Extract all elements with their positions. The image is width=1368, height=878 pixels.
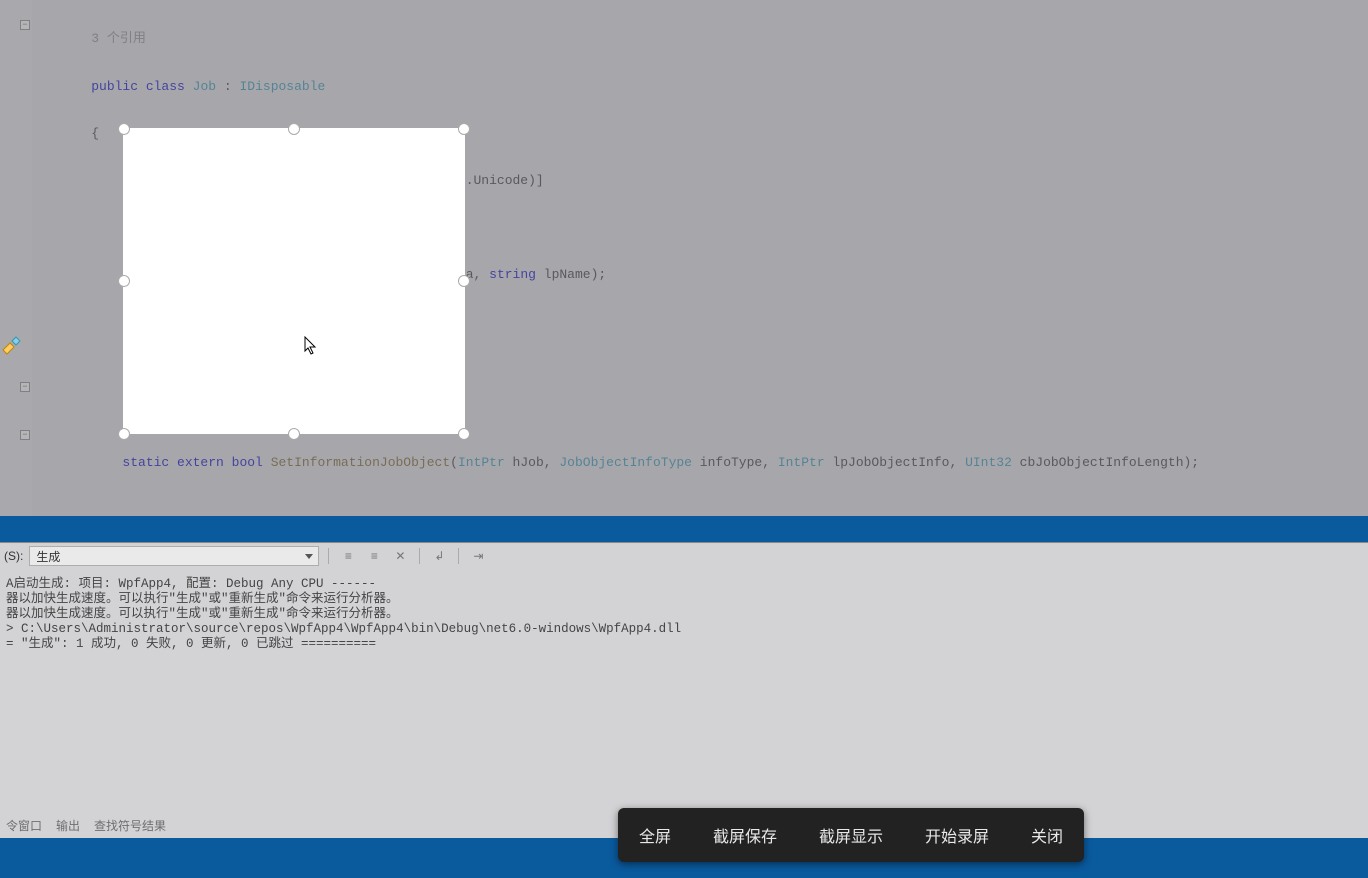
type: CharSet	[411, 173, 466, 188]
separator	[458, 548, 459, 564]
output-text[interactable]: A启动生成: 项目: WpfApp4, 配置: Debug Any CPU --…	[0, 573, 1368, 812]
type: IntPtr	[411, 267, 458, 282]
combo-value: 生成	[36, 548, 60, 565]
attr: DllImport	[130, 361, 200, 376]
keyword: static extern	[122, 455, 223, 470]
code-lens[interactable]: 1 个引用	[122, 408, 177, 423]
selection-handle-nw[interactable]	[118, 123, 130, 135]
clear-all-icon[interactable]: ✕	[390, 546, 410, 566]
close-button[interactable]: 关闭	[1023, 819, 1071, 851]
tab-output[interactable]: 输出	[56, 817, 80, 834]
text: :	[224, 79, 232, 94]
save-screenshot-button[interactable]: 截屏保存	[705, 819, 785, 851]
text: lpName);	[536, 267, 606, 282]
fullscreen-button[interactable]: 全屏	[631, 819, 679, 851]
screenshot-toolbar: 全屏 截屏保存 截屏显示 开始录屏 关闭	[618, 808, 1084, 862]
text: , CharSet =	[317, 173, 411, 188]
text: hJob,	[505, 455, 560, 470]
type: IntPtr	[232, 267, 279, 282]
output-source-combo[interactable]: 生成	[29, 546, 319, 566]
selection-handle-n[interactable]	[288, 123, 300, 135]
word-wrap-icon[interactable]: ↲	[429, 546, 449, 566]
keyword: string	[489, 267, 536, 282]
tab-find-symbol-results[interactable]: 查找符号结果	[94, 817, 166, 834]
prev-message-icon[interactable]: ≡	[338, 546, 358, 566]
fold-column: − − −	[20, 0, 32, 516]
type: IntPtr	[778, 455, 825, 470]
text: cbJobObjectInfoLength);	[1012, 455, 1199, 470]
text: infoType,	[692, 455, 778, 470]
selection-handle-w[interactable]	[118, 275, 130, 287]
string: "kernel32.dll"	[208, 173, 317, 188]
string: "kernel32.dll"	[208, 361, 317, 376]
code-lens[interactable]: 3 个引用	[91, 31, 146, 46]
type: IDisposable	[240, 79, 326, 94]
type: Job	[193, 79, 216, 94]
method: SetInformationJobObject	[271, 455, 450, 470]
keyword: bool	[232, 455, 263, 470]
selection-handle-s[interactable]	[288, 428, 300, 440]
text: .Unicode)]	[466, 173, 544, 188]
fold-toggle[interactable]: −	[20, 20, 30, 30]
selection-handle-ne[interactable]	[458, 123, 470, 135]
separator	[328, 548, 329, 564]
output-toolbar: (S): 生成 ≡ ≡ ✕ ↲ ⇥	[0, 543, 1368, 569]
show-screenshot-button[interactable]: 截屏显示	[811, 819, 891, 851]
fold-toggle[interactable]: −	[20, 430, 30, 440]
selection-handle-sw[interactable]	[118, 428, 130, 440]
type: JobObjectInfoType	[559, 455, 692, 470]
text: lpJobObjectInfo,	[825, 455, 965, 470]
tab-command-window[interactable]: 令窗口	[6, 817, 42, 834]
output-source-label: (S):	[4, 549, 23, 563]
goto-icon[interactable]: ⇥	[468, 546, 488, 566]
next-message-icon[interactable]: ≡	[364, 546, 384, 566]
start-record-button[interactable]: 开始录屏	[917, 819, 997, 851]
code-area[interactable]: 3 个引用 public class Job : IDisposable { […	[34, 0, 1368, 516]
type: UInt32	[965, 455, 1012, 470]
fold-toggle[interactable]: −	[20, 382, 30, 392]
format-brush-icon[interactable]	[0, 336, 22, 358]
selection-handle-se[interactable]	[458, 428, 470, 440]
keyword: static extern	[122, 267, 223, 282]
attr: DllImport	[130, 173, 200, 188]
code-editor: − − − 3 个引用 public class Job : IDisposab…	[0, 0, 1368, 516]
panel-separator[interactable]	[0, 516, 1368, 542]
keyword: public class	[91, 79, 185, 94]
output-panel: (S): 生成 ≡ ≡ ✕ ↲ ⇥ A启动生成: 项目: WpfApp4, 配置…	[0, 542, 1368, 838]
method: CreateJobObject	[286, 267, 403, 282]
type: IntPtr	[458, 455, 505, 470]
code-lens[interactable]: 1 个引用	[122, 220, 177, 235]
selection-handle-e[interactable]	[458, 275, 470, 287]
separator	[419, 548, 420, 564]
